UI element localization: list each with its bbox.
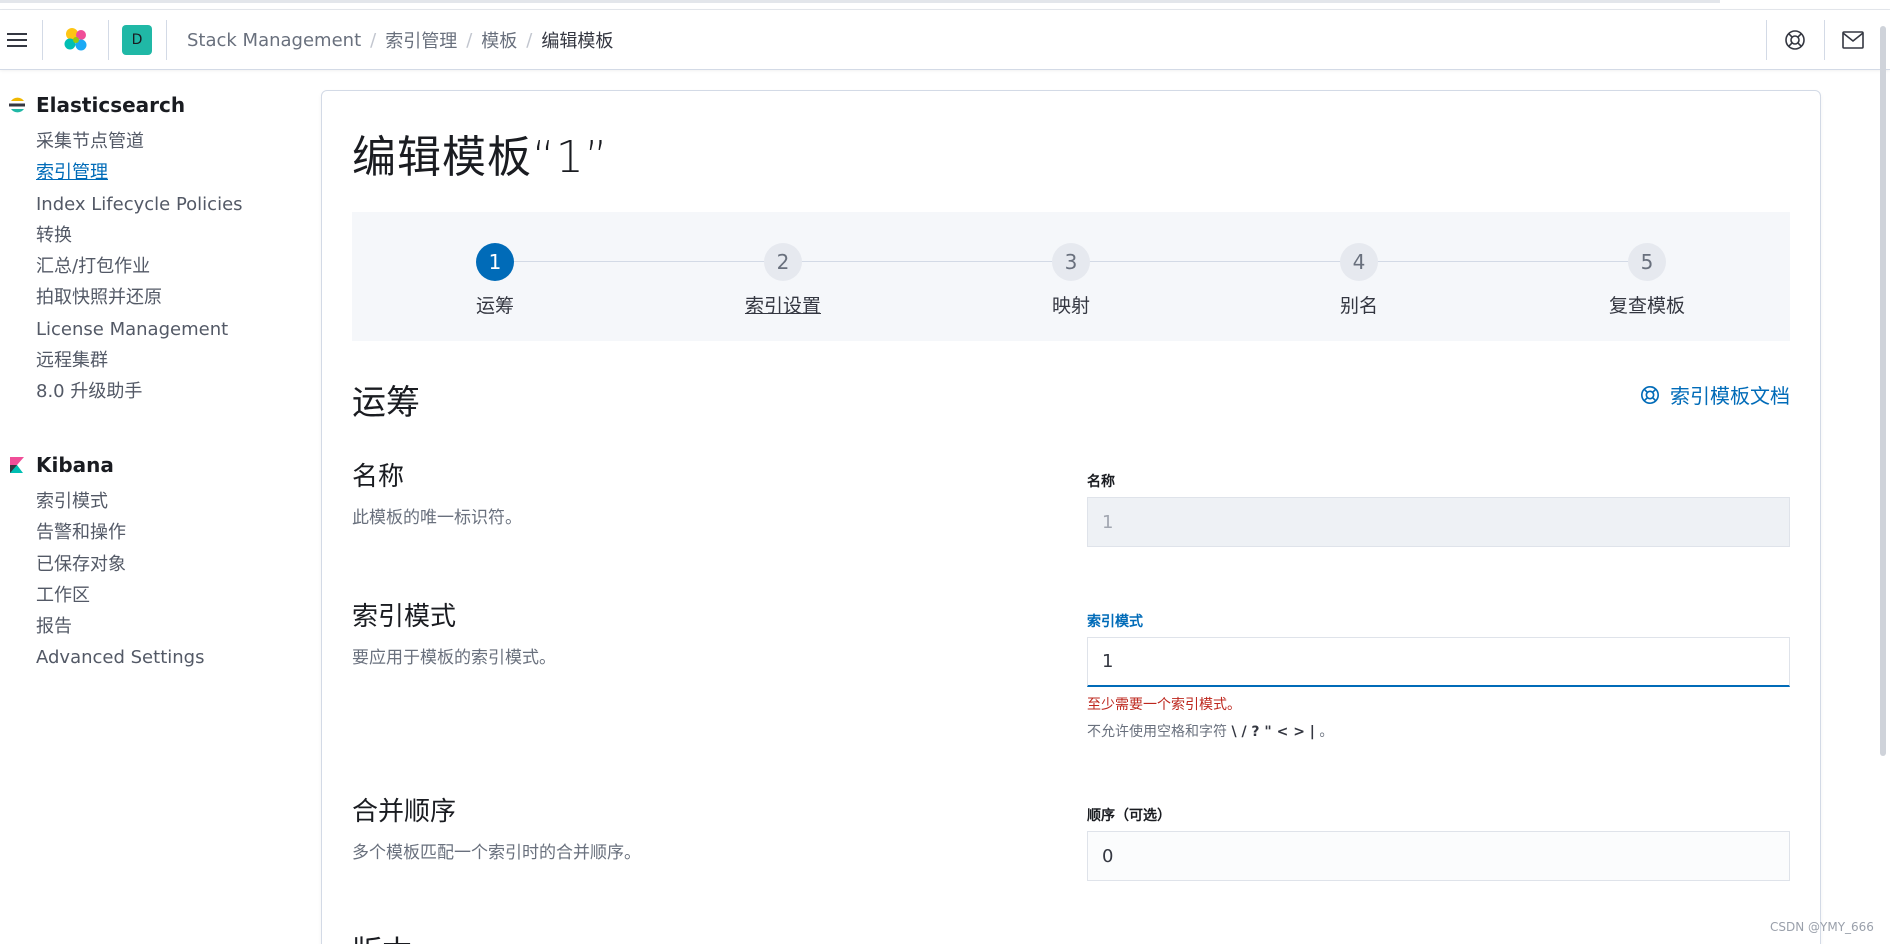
sidebar-item-rollup-jobs[interactable]: 汇总/打包作业: [0, 251, 320, 282]
docs-link-label[interactable]: 索引模板文档: [1670, 380, 1790, 409]
step-number: 5: [1628, 243, 1666, 281]
step-mappings[interactable]: 3 映射: [981, 243, 1161, 318]
sidebar-item-transforms[interactable]: 转换: [0, 220, 320, 251]
sidebar-item-upgrade-assistant[interactable]: 8.0 升级助手: [0, 376, 320, 407]
index-pattern-input[interactable]: 1: [1087, 637, 1790, 687]
menu-icon[interactable]: [0, 10, 34, 70]
header-divider: [1824, 20, 1825, 60]
app-header: D Stack Management / 索引管理 / 模板 / 编辑模板: [0, 10, 1890, 70]
sidebar-item-saved-objects[interactable]: 已保存对象: [0, 549, 320, 580]
sidebar-item-alerts-actions[interactable]: 告警和操作: [0, 517, 320, 548]
breadcrumb: Stack Management / 索引管理 / 模板 / 编辑模板: [187, 20, 613, 60]
header-divider: [166, 20, 167, 60]
step-number: 1: [476, 243, 514, 281]
sidebar-group-title: Elasticsearch: [0, 90, 320, 120]
help-text-suffix: 。: [1319, 724, 1334, 740]
help-text-prefix: 不允许使用空格和字符: [1087, 724, 1227, 740]
step-logistics[interactable]: 1 运筹: [405, 243, 585, 318]
sidebar-group-title: Kibana: [0, 450, 320, 480]
step-label[interactable]: 索引设置: [693, 291, 873, 318]
step-number: 2: [764, 243, 802, 281]
breadcrumb-separator: /: [466, 29, 473, 51]
sidebar-item-ilm-policies[interactable]: Index Lifecycle Policies: [0, 189, 320, 220]
name-field-label: 名称: [1087, 474, 1115, 490]
newsfeed-mail-icon[interactable]: [1830, 10, 1876, 70]
watermark: CSDN @YMY_666: [1770, 920, 1874, 934]
breadcrumb-templates[interactable]: 模板: [481, 27, 517, 53]
breadcrumb-edit-template: 编辑模板: [541, 31, 614, 52]
help-icon[interactable]: [1772, 10, 1818, 70]
step-review-template[interactable]: 5 复查模板: [1557, 243, 1737, 318]
name-row-title: 名称: [352, 462, 405, 492]
step-label: 别名: [1339, 295, 1378, 317]
sidebar-title-elasticsearch: Elasticsearch: [36, 93, 186, 117]
header-divider: [1766, 20, 1767, 60]
step-index-settings[interactable]: 2 索引设置: [693, 243, 873, 318]
step-label: 映射: [1051, 295, 1090, 317]
sidebar-item-remote-clusters[interactable]: 远程集群: [0, 345, 320, 376]
help-text-chars: \ / ? " < > |: [1231, 724, 1315, 740]
index-pattern-error: 至少需要一个索引模式。: [1087, 697, 1241, 713]
management-sidebar: Elasticsearch 采集节点管道 索引管理 Index Lifecycl…: [0, 70, 320, 944]
page-scrollbar[interactable]: [1880, 26, 1886, 756]
sidebar-item-spaces[interactable]: 工作区: [0, 580, 320, 611]
step-label: 复查模板: [1608, 295, 1685, 317]
sidebar-group-elasticsearch: Elasticsearch 采集节点管道 索引管理 Index Lifecycl…: [0, 90, 320, 408]
breadcrumb-separator: /: [370, 29, 377, 51]
sidebar-item-reporting[interactable]: 报告: [0, 611, 320, 642]
sidebar-item-snapshot-restore[interactable]: 拍取快照并还原: [0, 282, 320, 313]
breadcrumb-separator: /: [526, 29, 533, 51]
sidebar-title-kibana: Kibana: [36, 453, 114, 477]
name-field: 1: [1087, 497, 1790, 547]
browser-top-strip: [0, 0, 1890, 10]
template-form-panel: 编辑模板“1” 1 运筹 2 索引设置 3 映射 4 别名 5 复查模板 运筹: [321, 90, 1821, 944]
index-pattern-help: 不允许使用空格和字符 \ / ? " < > | 。: [1087, 721, 1333, 741]
elasticsearch-logo-icon: [9, 97, 25, 113]
header-divider: [108, 20, 109, 60]
order-row-title: 合并顺序: [352, 797, 457, 827]
elastic-logo-icon[interactable]: [56, 10, 96, 70]
help-icon: [1641, 385, 1659, 404]
breadcrumb-index-management[interactable]: 索引管理: [385, 27, 457, 53]
page-title: 编辑模板“1”: [352, 132, 609, 183]
step-number: 4: [1340, 243, 1378, 281]
top-strip-bar: [0, 0, 1720, 3]
sidebar-item-ingest-pipelines[interactable]: 采集节点管道: [0, 126, 320, 157]
breadcrumb-stack-management[interactable]: Stack Management: [187, 30, 361, 51]
index-pattern-row-title: 索引模式: [352, 602, 457, 632]
index-pattern-field-label: 索引模式: [1087, 614, 1143, 630]
sidebar-item-advanced-settings[interactable]: Advanced Settings: [0, 642, 320, 673]
sidebar-item-license-management[interactable]: License Management: [0, 314, 320, 345]
section-title: 运筹: [352, 383, 420, 423]
index-pattern-row-description: 要应用于模板的索引模式。: [352, 648, 556, 668]
step-label: 运筹: [475, 295, 514, 317]
step-number: 3: [1052, 243, 1090, 281]
space-avatar[interactable]: D: [122, 25, 152, 55]
sidebar-group-kibana: Kibana 索引模式 告警和操作 已保存对象 工作区 报告 Advanced …: [0, 450, 320, 674]
sidebar-item-index-management[interactable]: 索引管理: [0, 157, 320, 188]
name-row-description: 此模板的唯一标识符。: [352, 508, 522, 528]
wizard-steps: 1 运筹 2 索引设置 3 映射 4 别名 5 复查模板: [352, 212, 1790, 341]
step-aliases[interactable]: 4 别名: [1269, 243, 1449, 318]
header-divider: [42, 20, 43, 60]
order-row-description: 多个模板匹配一个索引时的合并顺序。: [352, 843, 641, 863]
version-row-title: 版本: [352, 927, 412, 944]
index-template-docs-link[interactable]: 索引模板文档: [1640, 380, 1790, 409]
order-field-label: 顺序（可选）: [1087, 808, 1171, 824]
sidebar-item-index-patterns[interactable]: 索引模式: [0, 486, 320, 517]
order-input[interactable]: 0: [1087, 831, 1790, 881]
kibana-logo-icon: [10, 457, 24, 473]
